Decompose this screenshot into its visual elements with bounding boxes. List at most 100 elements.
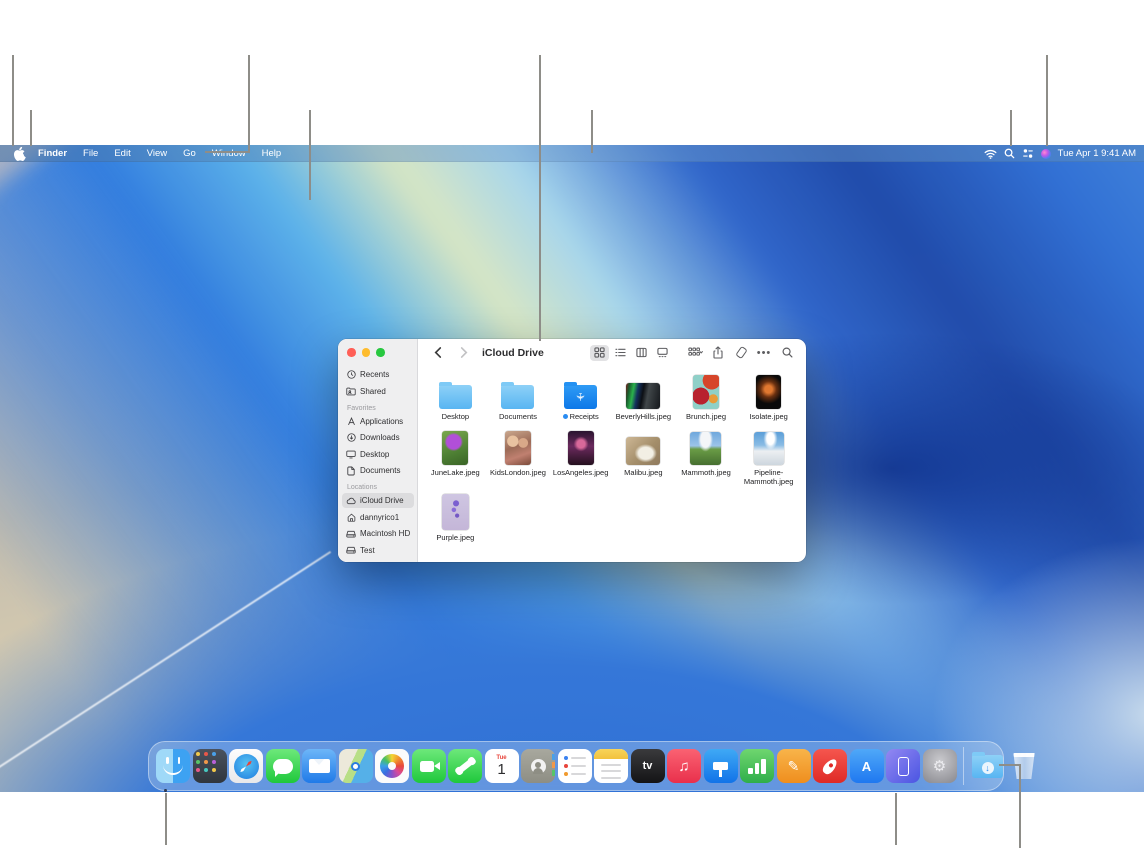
dock-maps-icon[interactable] — [339, 749, 373, 783]
minimize-button[interactable] — [362, 348, 371, 357]
photo-thumbnail — [693, 375, 719, 409]
gallery-view-button[interactable] — [653, 345, 672, 361]
tag-icon[interactable] — [733, 345, 749, 361]
sidebar-item-icloud-drive[interactable]: iCloud Drive — [342, 493, 414, 508]
file-desktop[interactable]: Desktop — [424, 371, 487, 421]
dock-rocket-app-icon[interactable] — [813, 749, 847, 783]
file-malibu[interactable]: Malibu.jpeg — [612, 427, 675, 486]
file-brunch[interactable]: Brunch.jpeg — [675, 371, 738, 421]
menu-bar-clock[interactable]: Tue Apr 1 9:41 AM — [1058, 148, 1136, 159]
sidebar-item-dannyrico1[interactable]: dannyrico1 — [342, 510, 414, 525]
menu-item-edit[interactable]: Edit — [106, 145, 138, 162]
sidebar-item-recents[interactable]: Recents — [342, 367, 414, 382]
menu-item-view[interactable]: View — [139, 145, 175, 162]
search-icon[interactable] — [779, 345, 795, 361]
sidebar-item-macintosh-hd[interactable]: Macintosh HD — [342, 526, 414, 541]
finder-window: Recents Shared Favorites Applications Do… — [338, 339, 806, 562]
file-purple[interactable]: Purple.jpeg — [424, 492, 487, 542]
group-by-button[interactable] — [687, 345, 703, 361]
icon-view-button[interactable] — [590, 345, 609, 361]
dock-messages-icon[interactable] — [266, 749, 300, 783]
dock-facetime-icon[interactable] — [412, 749, 446, 783]
sidebar-item-downloads[interactable]: Downloads — [342, 430, 414, 445]
dock-keynote-icon[interactable] — [704, 749, 738, 783]
dock-numbers-icon[interactable] — [740, 749, 774, 783]
window-title: iCloud Drive — [482, 347, 544, 359]
siri-icon[interactable] — [1041, 149, 1051, 159]
menu-item-finder[interactable]: Finder — [30, 145, 75, 162]
zoom-button[interactable] — [376, 348, 385, 357]
more-actions-icon[interactable]: ••• — [756, 345, 772, 361]
back-button[interactable] — [430, 345, 446, 361]
menu-item-go[interactable]: Go — [175, 145, 204, 162]
file-grid: Desktop Documents Receipts BeverlyHills.… — [424, 371, 800, 542]
folder-icon — [501, 385, 534, 409]
dropbox-folder-icon — [564, 385, 597, 409]
dock-photos-icon[interactable] — [375, 749, 409, 783]
dock-trash-icon[interactable] — [1007, 749, 1041, 783]
dock-downloads-folder-icon[interactable]: ↓ — [971, 749, 1005, 783]
dock-launchpad-icon[interactable] — [193, 749, 227, 783]
close-button[interactable] — [347, 348, 356, 357]
dock-contacts-icon[interactable] — [521, 749, 555, 783]
dock-finder-icon[interactable] — [156, 749, 190, 783]
callout-line-menu-bar — [248, 55, 250, 153]
sidebar-item-documents[interactable]: Documents — [342, 463, 414, 478]
sidebar-item-applications[interactable]: Applications — [342, 414, 414, 429]
clock-icon — [346, 370, 356, 379]
home-icon — [346, 513, 356, 522]
file-documents[interactable]: Documents — [487, 371, 550, 421]
dock-notes-icon[interactable] — [594, 749, 628, 783]
file-kidslondon[interactable]: KidsLondon.jpeg — [487, 427, 550, 486]
shared-folder-icon — [346, 387, 356, 396]
menu-item-window[interactable]: Window — [204, 145, 254, 162]
forward-button[interactable] — [456, 345, 472, 361]
dock-iphone-mirroring-icon[interactable] — [886, 749, 920, 783]
callout-connector-trash — [999, 764, 1021, 766]
file-pipeline-mammoth[interactable]: Pipeline-Mammoth.jpeg — [737, 427, 800, 486]
dock-calendar-icon[interactable]: Tue1 — [485, 749, 519, 783]
callout-line-trash — [1019, 764, 1021, 848]
dock-mail-icon[interactable] — [302, 749, 336, 783]
wifi-icon[interactable] — [984, 149, 997, 159]
file-isolate[interactable]: Isolate.jpeg — [737, 371, 800, 421]
column-view-button[interactable] — [632, 345, 651, 361]
downloads-icon — [346, 433, 356, 442]
finder-running-indicator — [164, 789, 167, 792]
menu-item-help[interactable]: Help — [254, 145, 290, 162]
sidebar-item-shared[interactable]: Shared — [342, 384, 414, 399]
dock-safari-icon[interactable] — [229, 749, 263, 783]
list-view-button[interactable] — [611, 345, 630, 361]
hard-drive-icon — [346, 530, 356, 538]
photo-thumbnail — [626, 437, 660, 465]
callout-connector-help — [205, 151, 250, 153]
document-icon — [346, 466, 356, 476]
callout-line-desktop — [309, 110, 311, 200]
mac-screen: Finder File Edit View Go Window Help — [0, 145, 1144, 792]
apple-menu[interactable] — [8, 147, 30, 160]
file-losangeles[interactable]: LosAngeles.jpeg — [549, 427, 612, 486]
dock-pages-icon[interactable]: ✎ — [777, 749, 811, 783]
share-icon[interactable] — [710, 345, 726, 361]
folder-icon — [439, 385, 472, 409]
file-beverlyhills[interactable]: BeverlyHills.jpeg — [612, 371, 675, 421]
file-mammoth[interactable]: Mammoth.jpeg — [675, 427, 738, 486]
sidebar-item-desktop[interactable]: Desktop — [342, 447, 414, 462]
dock-music-icon[interactable]: ♫ — [667, 749, 701, 783]
callout-line-finder-window — [539, 55, 541, 341]
dock-tv-icon[interactable]: tv — [631, 749, 665, 783]
desktop-icon — [346, 450, 356, 459]
file-junelake[interactable]: JuneLake.jpeg — [424, 427, 487, 486]
dock-app-store-icon[interactable]: A — [850, 749, 884, 783]
dock-phone-icon[interactable] — [448, 749, 482, 783]
dock-system-settings-icon[interactable]: ⚙ — [923, 749, 957, 783]
spotlight-search-icon[interactable] — [1004, 148, 1015, 159]
callout-line-menu-bar-right — [591, 110, 593, 153]
file-receipts[interactable]: Receipts — [549, 371, 612, 421]
callout-line-apple-menu — [12, 55, 14, 146]
sidebar-item-test[interactable]: Test — [342, 543, 414, 558]
dock-reminders-icon[interactable] — [558, 749, 592, 783]
menu-item-file[interactable]: File — [75, 145, 106, 162]
control-center-icon[interactable] — [1022, 148, 1034, 159]
cloud-icon — [346, 497, 356, 505]
